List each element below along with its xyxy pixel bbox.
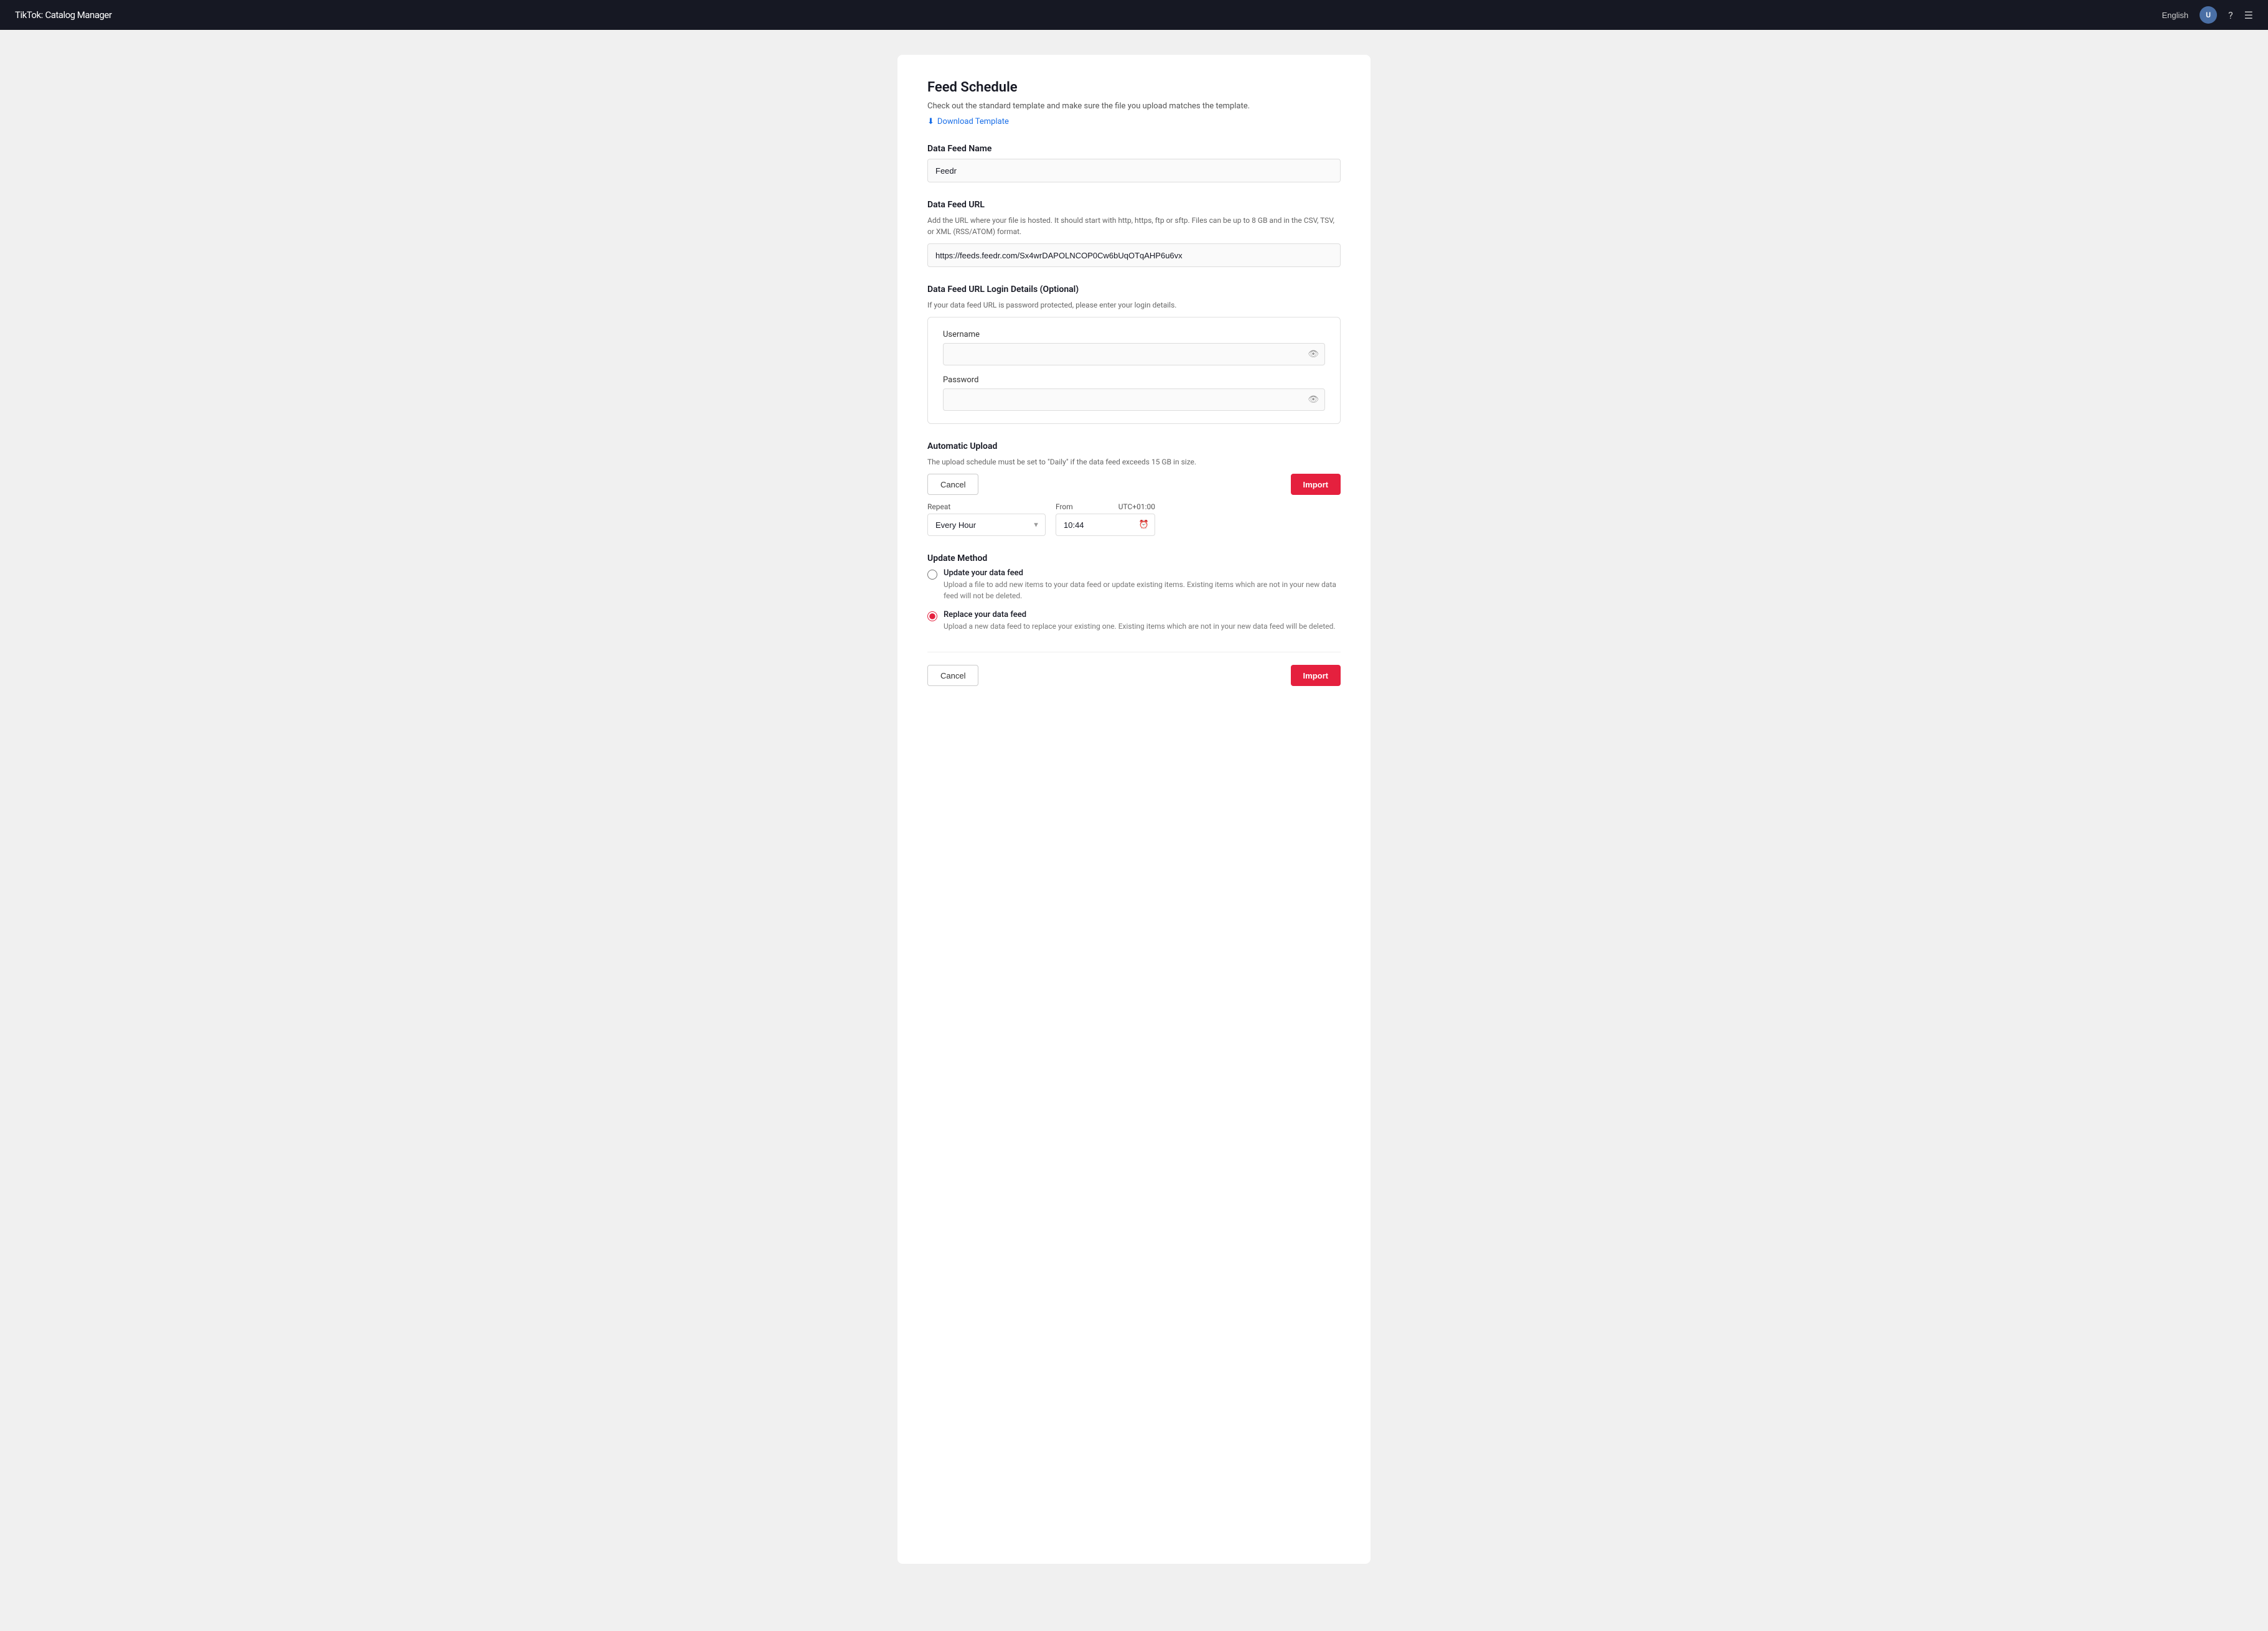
upload-buttons-row: Cancel Import	[927, 474, 1341, 495]
radio-replace-label: Replace your data feed	[944, 610, 1336, 619]
import-button-top[interactable]: Import	[1291, 474, 1341, 495]
update-method-label: Update Method	[927, 553, 1341, 563]
automatic-upload-label: Automatic Upload	[927, 441, 1341, 451]
username-field: Username 👁	[943, 330, 1325, 365]
content-card: Feed Schedule Check out the standard tem…	[897, 55, 1371, 1564]
update-method-section: Update Method Update your data feed Uplo…	[927, 553, 1341, 632]
login-details-desc: If your data feed URL is password protec…	[927, 299, 1341, 311]
download-template-link[interactable]: ⬇ Download Template	[927, 117, 1009, 126]
radio-replace-option: Replace your data feed Upload a new data…	[927, 610, 1341, 632]
radio-update-label: Update your data feed	[944, 568, 1341, 578]
repeat-select-wrapper: Every Hour Every 6 Hours Every 12 Hours …	[927, 514, 1046, 536]
menu-icon[interactable]: ☰	[2244, 9, 2253, 21]
language-button[interactable]: English	[2162, 11, 2188, 20]
cancel-button-top[interactable]: Cancel	[927, 474, 978, 495]
topnav-brand: TikTok: Catalog Manager	[15, 9, 111, 21]
automatic-upload-desc: The upload schedule must be set to "Dail…	[927, 456, 1341, 468]
time-input-wrapper: ⏰	[1056, 514, 1155, 536]
radio-replace-desc: Upload a new data feed to replace your e…	[944, 621, 1336, 632]
radio-update-option: Update your data feed Upload a file to a…	[927, 568, 1341, 601]
from-utc-header: From UTC+01:00	[1056, 502, 1155, 511]
radio-update-desc: Upload a file to add new items to your d…	[944, 579, 1341, 601]
tiktok-logo: TikTok: Catalog Manager	[15, 9, 111, 21]
utc-label: UTC+01:00	[1118, 502, 1155, 511]
login-details-label: Data Feed URL Login Details (Optional)	[927, 284, 1341, 294]
password-label: Password	[943, 375, 1325, 385]
bottom-actions: Cancel Import	[927, 652, 1341, 686]
topnav-actions: English U ? ☰	[2162, 6, 2253, 24]
avatar[interactable]: U	[2200, 6, 2217, 24]
import-button-bottom[interactable]: Import	[1291, 665, 1341, 686]
login-box: Username 👁 Password 👁	[927, 317, 1341, 424]
app-name: Catalog Manager	[45, 9, 111, 21]
data-feed-name-section: Data Feed Name	[927, 144, 1341, 182]
data-feed-name-input[interactable]	[927, 159, 1341, 182]
repeat-select[interactable]: Every Hour Every 6 Hours Every 12 Hours …	[927, 514, 1046, 536]
eye-icon[interactable]: 👁	[1308, 349, 1319, 359]
topnav: TikTok: Catalog Manager English U ? ☰	[0, 0, 2268, 30]
time-input[interactable]	[1056, 514, 1155, 536]
download-icon: ⬇	[927, 117, 934, 126]
data-feed-url-input[interactable]	[927, 243, 1341, 267]
login-details-section: Data Feed URL Login Details (Optional) I…	[927, 284, 1341, 424]
automatic-upload-section: Automatic Upload The upload schedule mus…	[927, 441, 1341, 536]
cancel-button-bottom[interactable]: Cancel	[927, 665, 978, 686]
radio-update[interactable]	[927, 570, 937, 580]
from-utc-col: From UTC+01:00 ⏰	[1056, 502, 1155, 536]
radio-replace[interactable]	[927, 611, 937, 621]
page-title: Feed Schedule	[927, 80, 1341, 95]
password-eye-icon[interactable]: 👁	[1308, 395, 1319, 405]
repeat-col: Repeat Every Hour Every 6 Hours Every 12…	[927, 502, 1046, 536]
username-label: Username	[943, 330, 1325, 339]
help-icon[interactable]: ?	[2228, 9, 2233, 21]
from-label: From	[1056, 502, 1073, 511]
main-wrapper: Feed Schedule Check out the standard tem…	[0, 30, 2268, 1601]
password-field: Password 👁	[943, 375, 1325, 411]
repeat-label: Repeat	[927, 502, 1046, 511]
data-feed-url-label: Data Feed URL	[927, 200, 1341, 210]
data-feed-name-label: Data Feed Name	[927, 144, 1341, 154]
password-input-wrapper: 👁	[943, 388, 1325, 411]
username-input[interactable]	[943, 343, 1325, 365]
page-subtitle: Check out the standard template and make…	[927, 101, 1341, 111]
data-feed-url-section: Data Feed URL Add the URL where your fil…	[927, 200, 1341, 267]
brand-name: TikTok	[15, 9, 41, 21]
username-input-wrapper: 👁	[943, 343, 1325, 365]
data-feed-url-desc: Add the URL where your file is hosted. I…	[927, 215, 1341, 237]
schedule-row: Repeat Every Hour Every 6 Hours Every 12…	[927, 502, 1341, 536]
password-input[interactable]	[943, 388, 1325, 411]
